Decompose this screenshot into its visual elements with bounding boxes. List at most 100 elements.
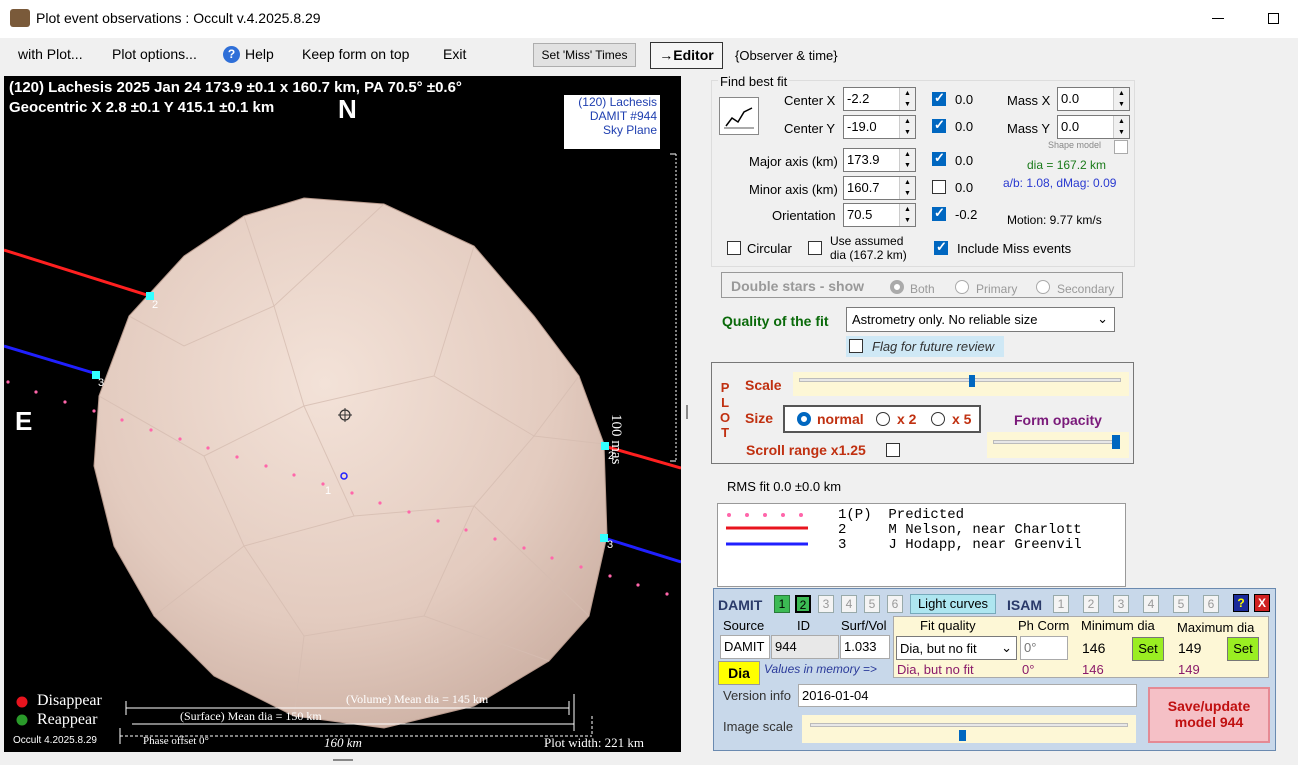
menu-with-plot[interactable]: with Plot... — [18, 46, 83, 62]
flag-review-label: Flag for future review — [872, 339, 995, 354]
maximize-icon[interactable] — [1268, 13, 1279, 24]
secondary-radio[interactable] — [1036, 280, 1050, 294]
minor-axis-checkbox[interactable] — [932, 180, 946, 194]
isam-model-2-button[interactable]: 2 — [1083, 595, 1099, 613]
form-opacity-slider[interactable] — [987, 432, 1129, 458]
set-min-button[interactable]: Set — [1132, 637, 1164, 661]
isam-model-1-button[interactable]: 1 — [1053, 595, 1069, 613]
id-value: 944 — [771, 635, 839, 659]
damit-model-2-button[interactable]: 2 — [795, 595, 811, 613]
mass-x-input[interactable]: 0.0 ▲ ▼ — [1057, 87, 1130, 111]
primary-radio[interactable] — [955, 280, 969, 294]
source-value: DAMIT — [720, 635, 770, 659]
shape-model-checkbox[interactable] — [1114, 140, 1128, 154]
help-icon[interactable]: ? — [1233, 594, 1249, 612]
plot-canvas[interactable]: (120) Lachesis 2025 Jan 24 173.9 ±0.1 x … — [4, 76, 681, 752]
close-icon[interactable]: X — [1254, 594, 1270, 612]
dia-label: dia = 167.2 km — [1027, 158, 1107, 172]
isam-model-3-button[interactable]: 3 — [1113, 595, 1129, 613]
shape-model-label: Shape model — [1048, 140, 1102, 150]
set-miss-times-button[interactable]: Set 'Miss' Times — [533, 43, 636, 67]
ph-corr-input[interactable]: 0° — [1020, 636, 1068, 660]
include-miss-checkbox[interactable] — [934, 239, 948, 255]
isam-model-5-button[interactable]: 5 — [1173, 595, 1189, 613]
menu-plot-options[interactable]: Plot options... — [112, 46, 197, 62]
center-y-label: Center Y — [784, 121, 836, 136]
major-axis-unc: 0.0 — [955, 153, 974, 168]
circular-checkbox[interactable] — [727, 241, 741, 255]
damit-model-5-button[interactable]: 5 — [864, 595, 880, 613]
center-y-checkbox[interactable] — [932, 117, 946, 133]
min-dia-value: 146 — [1082, 640, 1106, 656]
save-update-model-button[interactable]: Save/update model 944 — [1148, 687, 1270, 743]
scroll-range-checkbox[interactable] — [886, 443, 900, 457]
mass-y-input[interactable]: 0.0 ▲ ▼ — [1057, 115, 1130, 139]
ab-label: a/b: 1.08, dMag: 0.09 — [1003, 176, 1117, 190]
damit-model-4-button[interactable]: 4 — [841, 595, 857, 613]
mass-x-label: Mass X — [1007, 93, 1051, 108]
flag-review-box[interactable]: Flag for future review — [846, 336, 1004, 357]
help-icon[interactable]: ? — [223, 46, 240, 63]
menu-keep-on-top[interactable]: Keep form on top — [302, 46, 409, 62]
reappear-label: Reappear — [37, 711, 98, 728]
plot-header-line1: (120) Lachesis 2025 Jan 24 173.9 ±0.1 x … — [9, 79, 462, 96]
chord-label-1: 1 — [325, 485, 332, 497]
damit-model-3-button[interactable]: 3 — [818, 595, 834, 613]
size-x2-radio[interactable] — [876, 412, 890, 426]
chord-line-2-left — [4, 248, 151, 298]
orientation-input[interactable]: 70.5 ▲ ▼ — [843, 203, 916, 227]
image-scale-slider[interactable] — [802, 715, 1136, 743]
min-dia-header: Minimum dia — [1081, 618, 1155, 633]
center-y-unc: 0.0 — [955, 119, 974, 134]
scale-slider-thumb — [969, 375, 975, 387]
surfvol-header: Surf/Vol — [841, 618, 887, 633]
quality-select[interactable]: Astrometry only. No reliable size ⌄ — [846, 307, 1115, 332]
splitter-handle[interactable] — [686, 405, 688, 419]
phase-offset-label: Phase offset 0° — [143, 735, 209, 747]
chord-label-2: 2 — [152, 299, 159, 311]
version-label: Occult 4.2025.8.29 — [13, 735, 97, 746]
mem-min-dia: 146 — [1082, 662, 1104, 677]
menu-help[interactable]: Help — [245, 46, 274, 62]
window-title: Plot event observations : Occult v.4.202… — [36, 10, 321, 26]
both-radio[interactable] — [890, 280, 904, 294]
size-normal-radio[interactable] — [797, 412, 811, 426]
dia-button[interactable]: Dia — [718, 661, 760, 685]
fit-quality-select[interactable]: Dia, but no fit ⌄ — [896, 636, 1017, 660]
image-scale-label: Image scale — [723, 719, 794, 734]
info-model: DAMIT #944 — [589, 109, 657, 123]
major-axis-checkbox[interactable] — [932, 150, 946, 166]
flag-review-checkbox[interactable] — [849, 339, 863, 353]
damit-model-6-button[interactable]: 6 — [887, 595, 903, 613]
orientation-unc: -0.2 — [955, 207, 978, 222]
minor-axis-input[interactable]: 160.7 ▲ ▼ — [843, 176, 916, 200]
set-max-button[interactable]: Set — [1227, 637, 1259, 661]
fit-chart-button[interactable] — [719, 97, 759, 135]
reappear-dot — [16, 714, 28, 726]
size-x5-radio[interactable] — [931, 412, 945, 426]
ph-corr-header: Ph Corm — [1018, 618, 1070, 633]
center-x-checkbox[interactable] — [932, 90, 946, 106]
scale-slider[interactable] — [793, 372, 1129, 396]
use-assumed-checkbox[interactable] — [808, 241, 822, 255]
major-axis-input[interactable]: 173.9 ▲ ▼ — [843, 148, 916, 172]
center-y-input[interactable]: -19.0 ▲ ▼ — [843, 115, 916, 139]
damit-model-1-button[interactable]: 1 — [774, 595, 790, 613]
asteroid-shape-svg — [4, 153, 681, 744]
isam-model-6-button[interactable]: 6 — [1203, 595, 1219, 613]
bottom-splitter[interactable] — [333, 759, 353, 761]
menu-exit[interactable]: Exit — [443, 46, 466, 62]
mass-y-label: Mass Y — [1007, 121, 1051, 136]
orientation-checkbox[interactable] — [932, 205, 946, 221]
isam-model-4-button[interactable]: 4 — [1143, 595, 1159, 613]
legend-box: 1(P) Predicted 2 M Nelson, near Charlott 3… — [717, 503, 1126, 587]
max-dia-value: 149 — [1178, 640, 1202, 656]
center-x-input[interactable]: -2.2 ▲ ▼ — [843, 87, 916, 111]
find-best-fit-title: Find best fit — [718, 74, 790, 89]
editor-button[interactable]: →Editor — [650, 42, 723, 69]
minimize-icon[interactable] — [1212, 18, 1224, 19]
light-curves-button[interactable]: Light curves — [910, 594, 996, 614]
plot-width-label: Plot width: 221 km — [544, 735, 645, 750]
center-x-label: Center X — [784, 93, 836, 108]
surfvol-value: 1.033 — [840, 635, 890, 659]
